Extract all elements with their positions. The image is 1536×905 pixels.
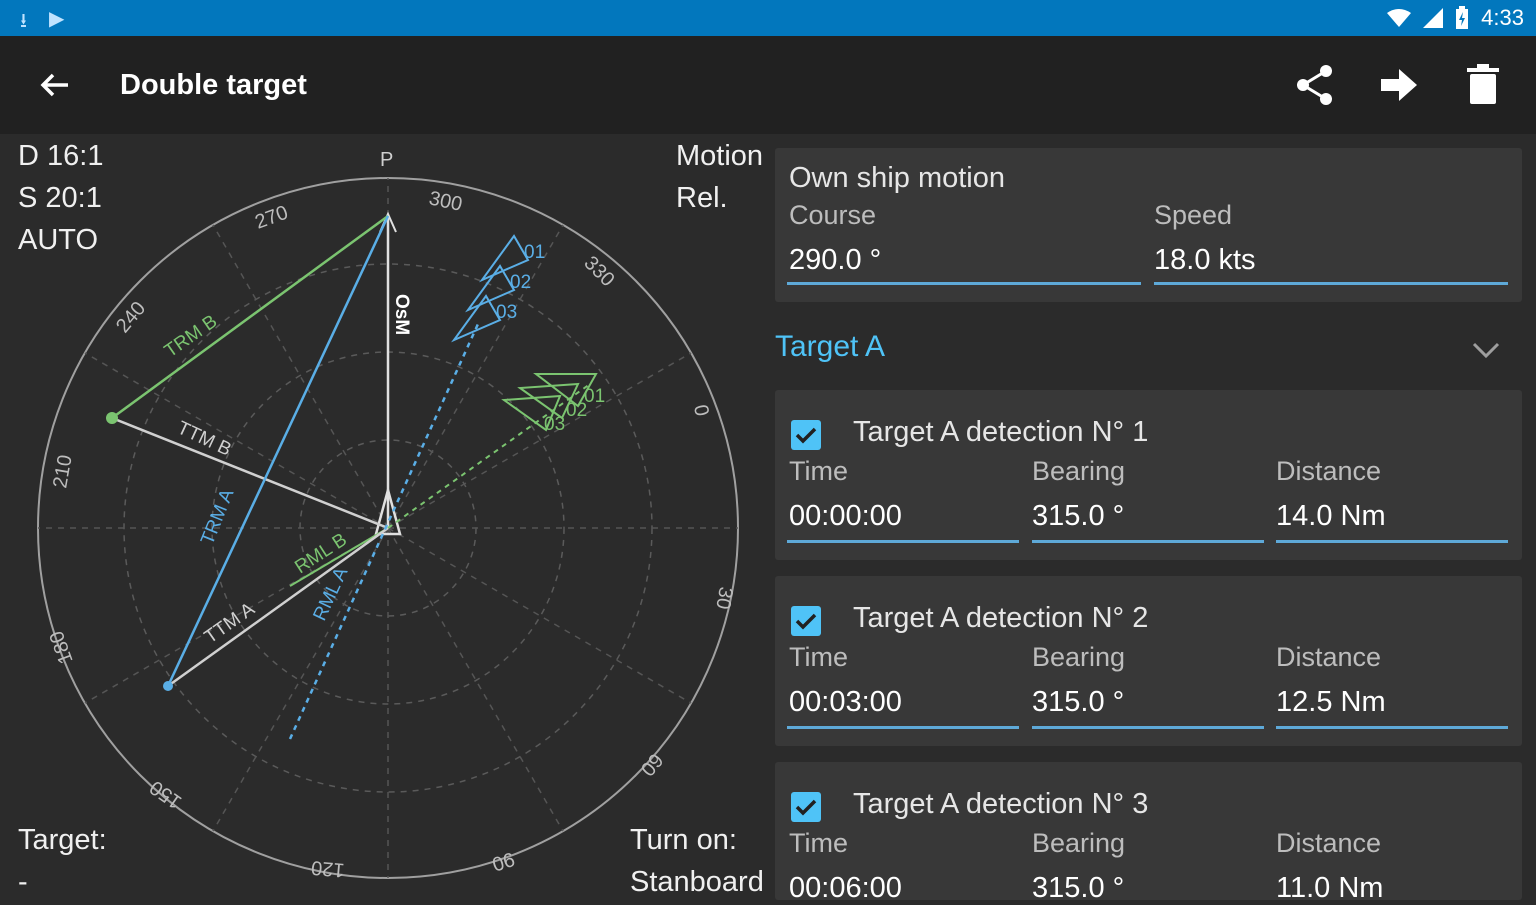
time-underline [787, 726, 1019, 729]
time-field[interactable]: 00:06:00 [789, 872, 902, 905]
radar-plot-panel: D 16:1 S 20:1 AUTO Motion Rel. Target: -… [0, 134, 775, 900]
time-label: Time [789, 642, 848, 672]
speed-field[interactable]: 18.0 kts [1154, 244, 1256, 277]
distance-underline [1276, 726, 1508, 729]
share-icon[interactable] [1292, 62, 1338, 108]
battery-icon [1456, 6, 1469, 29]
trm-b-vector [111, 214, 389, 420]
forward-icon[interactable] [1375, 62, 1421, 108]
time-field[interactable]: 00:03:00 [789, 686, 902, 719]
back-arrow-icon[interactable] [34, 64, 76, 106]
radar-plot[interactable]: P 300 330 0 30 60 90 120 150 180 210 240… [0, 134, 775, 900]
bearing-label: Bearing [1032, 456, 1126, 486]
bearing-field[interactable]: 315.0 ° [1032, 500, 1124, 533]
distance-field[interactable]: 14.0 Nm [1276, 500, 1386, 533]
bearing-label-180: 180 [46, 628, 78, 667]
target-a-detection-1-label: 01 [524, 242, 545, 263]
time-label: Time [789, 456, 848, 486]
target-a-point [163, 681, 173, 691]
bearing-label: Bearing [1032, 642, 1126, 672]
bearing-field[interactable]: 315.0 ° [1032, 872, 1124, 905]
play-store-icon: ▶ [49, 8, 65, 30]
bearing-label-300: 300 [427, 187, 464, 215]
bearing-underline [1032, 726, 1264, 729]
target-a-detection-3 [451, 294, 502, 343]
rml-a-label: RML A [309, 564, 352, 624]
target-a-detection-3-label: 03 [496, 302, 517, 323]
trm-a-vector [166, 215, 390, 687]
page-title: Double target [120, 69, 307, 101]
target-b-point [106, 412, 118, 424]
detection-card: Target A detection N° 2 Time Bearing Dis… [775, 576, 1522, 746]
bearing-underline [1032, 540, 1264, 543]
detection-1-checkbox[interactable] [791, 420, 821, 450]
detection-3-title: Target A detection N° 3 [853, 788, 1149, 820]
target-a-detection-2-label: 02 [510, 272, 531, 293]
check-icon [795, 799, 817, 816]
target-a-header[interactable]: Target A [775, 330, 885, 364]
distance-field[interactable]: 12.5 Nm [1276, 686, 1386, 719]
delete-icon[interactable] [1460, 62, 1506, 108]
trm-a-label: TRM A [197, 486, 238, 548]
course-field[interactable]: 290.0 ° [789, 244, 881, 277]
bearing-label-210: 210 [49, 453, 76, 490]
target-b-detection-3-label: 03 [544, 414, 565, 435]
detection-1-title: Target A detection N° 1 [853, 416, 1149, 448]
ttm-a-vector [167, 526, 389, 688]
bearing-label-0: 0 [689, 403, 713, 418]
details-panel: Own ship motion Course Speed 290.0 ° 18.… [775, 134, 1536, 904]
speed-underline [1154, 282, 1508, 285]
distance-underline [1276, 540, 1508, 543]
bearing-label-90: 90 [489, 847, 517, 875]
bearing-label-30: 30 [711, 585, 737, 611]
detection-card: Target A detection N° 3 Time Bearing Dis… [775, 762, 1522, 904]
own-ship-card: Own ship motion Course Speed 290.0 ° 18.… [775, 148, 1522, 302]
time-label: Time [789, 828, 848, 858]
distance-field[interactable]: 11.0 Nm [1276, 872, 1383, 905]
target-b-detection-2-label: 02 [566, 400, 587, 421]
check-icon [795, 613, 817, 630]
detection-3-checkbox[interactable] [791, 792, 821, 822]
distance-label: Distance [1276, 642, 1382, 672]
bearing-label-150: 150 [146, 776, 186, 813]
detection-2-title: Target A detection N° 2 [853, 602, 1149, 634]
chevron-down-icon[interactable] [1470, 334, 1502, 366]
speed-label: Speed [1154, 200, 1233, 230]
bearing-field[interactable]: 315.0 ° [1032, 686, 1124, 719]
detection-card: Target A detection N° 1 Time Bearing Dis… [775, 390, 1522, 560]
course-label: Course [789, 200, 877, 230]
download-icon: ⭳ [20, 10, 27, 32]
distance-label: Distance [1276, 456, 1382, 486]
trm-b-label: TRM B [161, 311, 221, 362]
bearing-label-270: 270 [252, 202, 291, 234]
app-bar: Double target [0, 36, 1536, 134]
bearing-label-330: 330 [579, 252, 618, 291]
bearing-label-240: 240 [112, 298, 150, 338]
detection-2-checkbox[interactable] [791, 606, 821, 636]
signal-icon [1423, 8, 1444, 28]
own-ship-title: Own ship motion [789, 162, 1005, 194]
bearing-label-60: 60 [636, 749, 667, 780]
bearing-label: Bearing [1032, 828, 1126, 858]
status-time: 4:33 [1481, 5, 1524, 30]
status-bar: ⭳ ▶ 4:33 [0, 0, 1536, 36]
distance-label: Distance [1276, 828, 1382, 858]
time-field[interactable]: 00:00:00 [789, 500, 902, 533]
time-underline [787, 540, 1019, 543]
course-underline [787, 282, 1141, 285]
north-marker: P [380, 149, 393, 171]
osm-label: OsM [391, 294, 412, 335]
wifi-icon [1387, 9, 1412, 27]
bearing-label-120: 120 [310, 856, 345, 881]
check-icon [795, 427, 817, 444]
target-b-detection-1-label: 01 [584, 386, 605, 407]
